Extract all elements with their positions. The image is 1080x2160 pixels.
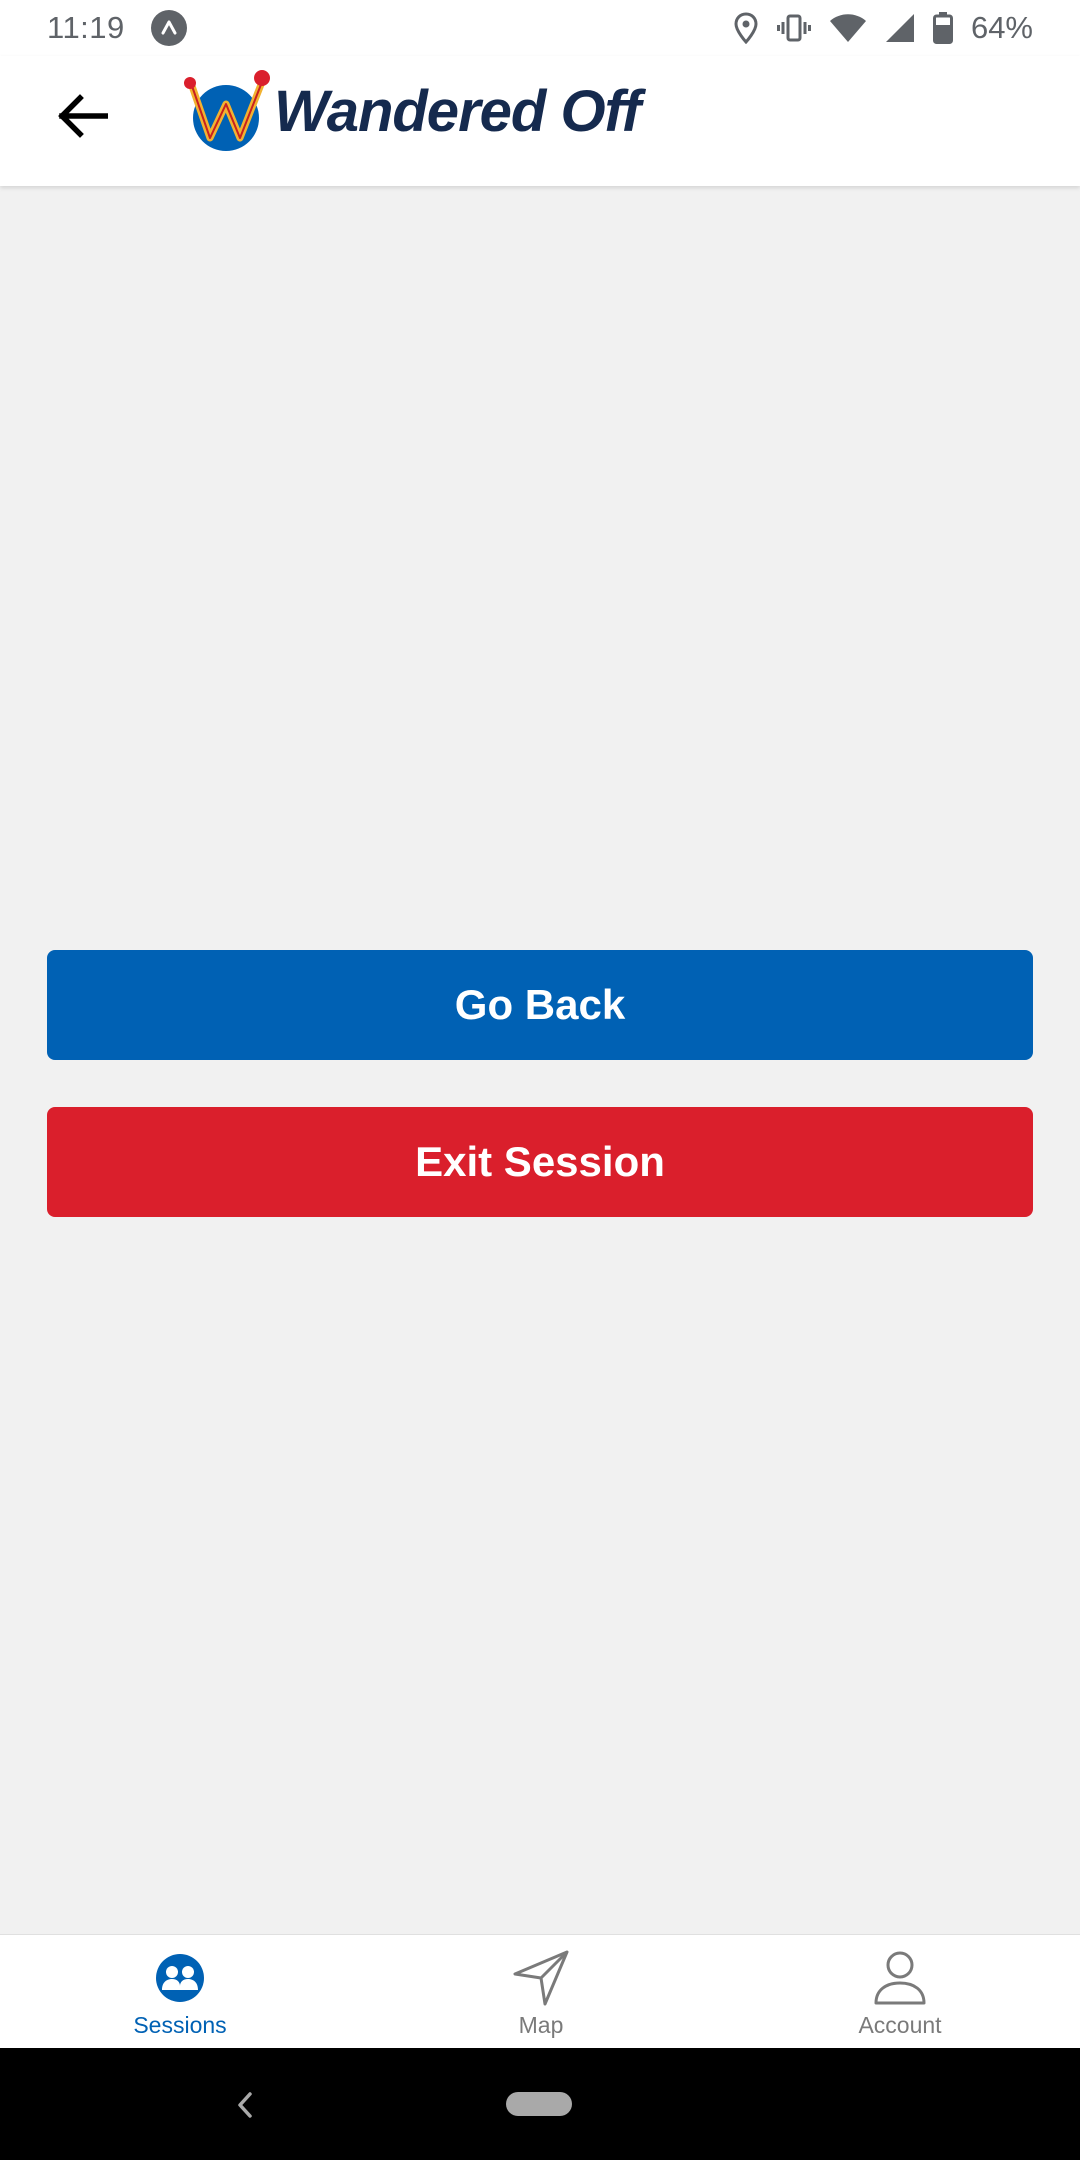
system-navigation-bar xyxy=(0,2048,1080,2160)
cell-signal-icon xyxy=(885,13,915,43)
sessions-icon xyxy=(154,1948,206,2008)
back-arrow-icon xyxy=(58,94,108,138)
chevron-left-icon xyxy=(238,2092,252,2118)
status-time: 11:19 xyxy=(47,10,125,45)
vibrate-icon xyxy=(776,12,811,44)
nav-item-account[interactable]: Account xyxy=(780,1935,1020,2049)
app-notification-icon xyxy=(150,10,187,46)
nav-label-map: Map xyxy=(518,2012,564,2038)
nav-item-map[interactable]: Map xyxy=(421,1935,661,2049)
app-header: Wandered Off xyxy=(0,56,1080,186)
exit-session-button[interactable]: Exit Session xyxy=(47,1107,1033,1217)
status-bar: 11:19 64% xyxy=(0,0,1080,56)
back-button[interactable] xyxy=(52,86,112,146)
status-right: 64% xyxy=(733,0,1033,56)
system-back-button[interactable] xyxy=(220,2080,270,2130)
battery-icon xyxy=(932,12,953,44)
nav-item-sessions[interactable]: Sessions xyxy=(60,1935,300,2049)
go-back-button[interactable]: Go Back xyxy=(47,950,1033,1060)
bottom-navigation: Sessions Map Account xyxy=(0,1934,1080,2049)
app-logo: Wandered Off xyxy=(182,66,641,156)
status-left: 11:19 xyxy=(47,10,187,46)
wifi-icon xyxy=(829,13,867,43)
location-icon xyxy=(733,12,759,44)
system-home-pill[interactable] xyxy=(506,2092,572,2116)
logo-text: Wandered Off xyxy=(274,78,641,144)
nav-label-sessions: Sessions xyxy=(133,2012,227,2038)
battery-percent: 64% xyxy=(970,10,1033,45)
wandered-off-logo-icon xyxy=(184,70,270,151)
nav-label-account: Account xyxy=(858,2012,942,2038)
person-icon xyxy=(873,1948,927,2008)
navigation-arrow-icon xyxy=(513,1948,569,2008)
